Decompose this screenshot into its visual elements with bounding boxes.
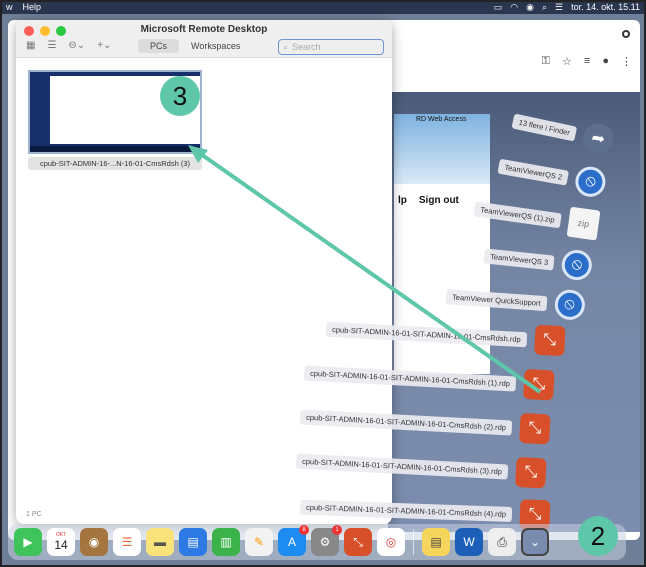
callout-step-2: 2: [578, 516, 618, 556]
arrow-line: [196, 150, 542, 394]
arrowhead: [188, 145, 208, 163]
annotation-arrow: [188, 145, 542, 394]
callout-step-3: 3: [160, 76, 200, 116]
